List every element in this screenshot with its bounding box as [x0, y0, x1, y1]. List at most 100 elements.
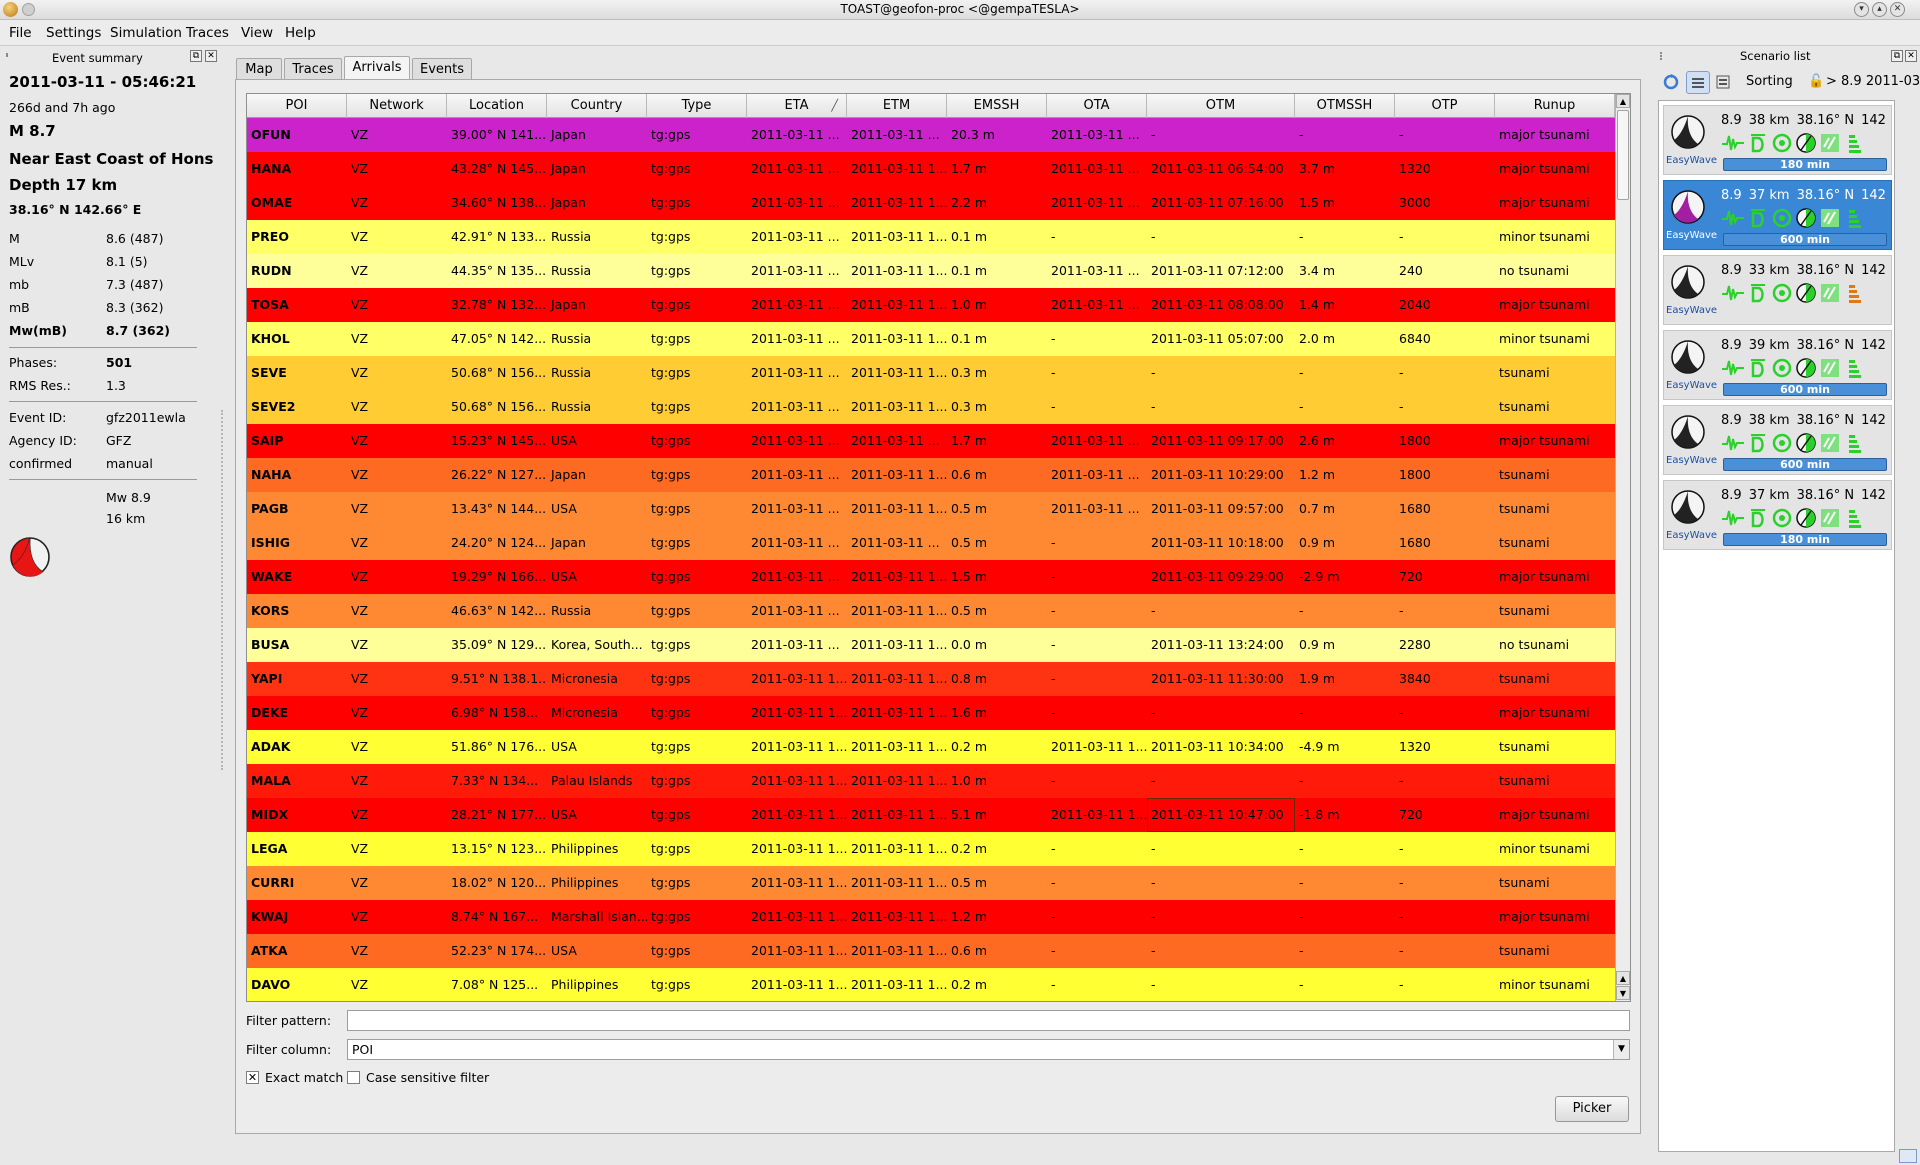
- filter-pattern-input[interactable]: [347, 1010, 1630, 1031]
- menu-file[interactable]: File: [9, 25, 32, 41]
- table-row[interactable]: DEKE VZ 6.98° N 158... Micronesia tg:gps 2011…: [247, 696, 1616, 730]
- scenario-item[interactable]: EasyWave 8.9 38 km 38.16° N 142 180 min: [1663, 105, 1892, 175]
- table-row[interactable]: NAHA VZ 26.22° N 127... Japan tg:gps 2011-03-…: [247, 458, 1616, 492]
- refresh-icon[interactable]: [1660, 71, 1684, 94]
- lock-icon[interactable]: 🔓: [1808, 74, 1824, 89]
- table-row[interactable]: DAVO VZ 7.08° N 125... Philippines tg:gps 201…: [247, 968, 1616, 1001]
- column-header-country[interactable]: Country: [547, 94, 647, 118]
- column-header-otmssh[interactable]: OTMSSH: [1295, 94, 1395, 118]
- dock-close-icon[interactable]: ✕: [205, 50, 217, 62]
- preferred-mag-label: Mw(mB): [9, 323, 67, 338]
- cell-country: USA: [551, 433, 577, 448]
- tab-map[interactable]: Map: [236, 58, 282, 80]
- cell-network: VZ: [351, 807, 369, 822]
- sorting-label[interactable]: Sorting: [1746, 74, 1793, 89]
- minimize-icon[interactable]: ▾: [1854, 2, 1869, 17]
- cell-runup: major tsunami: [1499, 127, 1590, 142]
- scenario-item[interactable]: EasyWave 8.9 37 km 38.16° N 142 180 min: [1663, 480, 1892, 550]
- cell-location: 42.91° N 133...: [451, 229, 547, 244]
- column-header-ota[interactable]: OTA: [1047, 94, 1147, 118]
- table-row[interactable]: ATKA VZ 52.23° N 174... USA tg:gps 2011-03-11…: [247, 934, 1616, 968]
- float-icon[interactable]: ⧉: [1891, 50, 1903, 62]
- column-header-runup[interactable]: Runup: [1495, 94, 1615, 118]
- scroll-down-icon[interactable]: ▼: [1616, 986, 1630, 1000]
- resize-grip-icon[interactable]: [1899, 1149, 1917, 1163]
- tab-traces[interactable]: Traces: [284, 58, 342, 80]
- menu-traces[interactable]: Traces: [186, 25, 229, 41]
- cell-ota: -: [1051, 331, 1056, 346]
- table-row[interactable]: BUSA VZ 35.09° N 129... Korea, South... tg:g…: [247, 628, 1616, 662]
- column-header-otp[interactable]: OTP: [1395, 94, 1495, 118]
- column-header-network[interactable]: Network: [347, 94, 447, 118]
- cell-ota: 2011-03-11 ...: [1051, 263, 1140, 278]
- table-row[interactable]: HANA VZ 43.28° N 145... Japan tg:gps 2011-03-…: [247, 152, 1616, 186]
- scenario-item[interactable]: EasyWave 8.9 33 km 38.16° N 142: [1663, 255, 1892, 325]
- splitter-handle[interactable]: [221, 410, 223, 770]
- table-row[interactable]: SAIP VZ 15.23° N 145... USA tg:gps 2011-03-11…: [247, 424, 1616, 458]
- menu-view[interactable]: View: [241, 25, 273, 41]
- table-row[interactable]: KWAJ VZ 8.74° N 167... Marshall Islan... tg:…: [247, 900, 1616, 934]
- table-row[interactable]: CURRI VZ 18.02° N 120... Philippines tg:gps 2…: [247, 866, 1616, 900]
- float-icon[interactable]: ⧉: [190, 50, 202, 62]
- table-row[interactable]: ADAK VZ 51.86° N 176... USA tg:gps 2011-03-11…: [247, 730, 1616, 764]
- cell-otp: 1320: [1399, 161, 1431, 176]
- table-row[interactable]: ISHIG VZ 24.20° N 124... Japan tg:gps 2011-03…: [247, 526, 1616, 560]
- scroll-up-icon[interactable]: ▲: [1616, 971, 1630, 985]
- cell-etm: 2011-03-11 1...: [851, 875, 947, 890]
- close-icon[interactable]: ✕: [1890, 2, 1905, 17]
- cell-eta: 2011-03-11 ...: [751, 161, 840, 176]
- detail-view-icon[interactable]: [1712, 71, 1736, 94]
- exact-match-checkbox[interactable]: ✕: [246, 1071, 259, 1084]
- menu-settings[interactable]: Settings: [46, 25, 101, 41]
- scenario-lat: 38.16° N: [1796, 413, 1855, 428]
- dock-grip-icon[interactable]: [6, 53, 10, 57]
- table-row[interactable]: PREO VZ 42.91° N 133... Russia tg:gps 2011-03…: [247, 220, 1616, 254]
- column-header-emssh[interactable]: EMSSH: [947, 94, 1047, 118]
- cell-ota: -: [1051, 637, 1056, 652]
- cell-type: tg:gps: [651, 229, 691, 244]
- table-row[interactable]: SEVE2 VZ 50.68° N 156... Russia tg:gps 2011-0…: [247, 390, 1616, 424]
- table-row[interactable]: TOSA VZ 32.78° N 132... Japan tg:gps 2011-03-…: [247, 288, 1616, 322]
- scroll-thumb[interactable]: [1617, 110, 1629, 200]
- scenario-item[interactable]: EasyWave 8.9 37 km 38.16° N 142 600 min: [1663, 180, 1892, 250]
- table-row[interactable]: KHOL VZ 47.05° N 142... Russia tg:gps 2011-03…: [247, 322, 1616, 356]
- table-row[interactable]: PAGB VZ 13.43° N 144... USA tg:gps 2011-03-11…: [247, 492, 1616, 526]
- tab-arrivals[interactable]: Arrivals: [344, 56, 410, 80]
- table-row[interactable]: YAPI VZ 9.51° N 138.1... Micronesia tg:gps 20…: [247, 662, 1616, 696]
- menu-simulation[interactable]: Simulation: [110, 25, 182, 41]
- menu-help[interactable]: Help: [285, 25, 316, 41]
- column-header-poi[interactable]: POI: [247, 94, 347, 118]
- column-header-otm[interactable]: OTM: [1147, 94, 1295, 118]
- table-scrollbar[interactable]: ▲ ▲ ▼: [1615, 94, 1630, 1001]
- table-row[interactable]: MIDX VZ 28.21° N 177... USA tg:gps 2011-03-11…: [247, 798, 1616, 832]
- dock-grip-icon[interactable]: [1660, 52, 1664, 60]
- picker-button[interactable]: Picker: [1555, 1096, 1629, 1122]
- d-icon: [1747, 282, 1769, 308]
- table-row[interactable]: KORS VZ 46.63° N 142... Russia tg:gps 2011-03…: [247, 594, 1616, 628]
- case-sensitive-checkbox[interactable]: [347, 1071, 360, 1084]
- table-row[interactable]: WAKE VZ 19.29° N 166... USA tg:gps 2011-03-11…: [247, 560, 1616, 594]
- scenario-item[interactable]: EasyWave 8.9 38 km 38.16° N 142 600 min: [1663, 405, 1892, 475]
- cell-emssh: 0.0 m: [951, 637, 988, 652]
- scenario-item[interactable]: EasyWave 8.9 39 km 38.16° N 142 600 min: [1663, 330, 1892, 400]
- filter-column-select[interactable]: POI ▼: [347, 1039, 1630, 1060]
- table-row[interactable]: LEGA VZ 13.15° N 123... Philippines tg:gps 20…: [247, 832, 1616, 866]
- cell-runup: major tsunami: [1499, 569, 1590, 584]
- column-header-location[interactable]: Location: [447, 94, 547, 118]
- scroll-up-icon[interactable]: ▲: [1616, 94, 1630, 108]
- column-header-eta[interactable]: ETA ╱: [747, 94, 847, 118]
- scenario-mag: 8.9: [1721, 263, 1742, 278]
- column-header-etm[interactable]: ETM: [847, 94, 947, 118]
- table-row[interactable]: RUDN VZ 44.35° N 135... Russia tg:gps 2011-03…: [247, 254, 1616, 288]
- list-view-icon[interactable]: [1686, 71, 1710, 94]
- tab-events[interactable]: Events: [412, 58, 472, 80]
- dock-close-icon[interactable]: ✕: [1905, 50, 1917, 62]
- maximize-icon[interactable]: ▴: [1872, 2, 1887, 17]
- table-row[interactable]: MALA VZ 7.33° N 134... Palau Islands tg:gps 2…: [247, 764, 1616, 798]
- table-row[interactable]: OMAE VZ 34.60° N 138... Japan tg:gps 2011-03-…: [247, 186, 1616, 220]
- cell-otmssh: 3.7 m: [1299, 161, 1336, 176]
- chevron-down-icon[interactable]: ▼: [1613, 1040, 1629, 1059]
- table-row[interactable]: OFUN VZ 39.00° N 141... Japan tg:gps 2011-03-…: [247, 118, 1616, 152]
- column-header-type[interactable]: Type: [647, 94, 747, 118]
- table-row[interactable]: SEVE VZ 50.68° N 156... Russia tg:gps 2011-03…: [247, 356, 1616, 390]
